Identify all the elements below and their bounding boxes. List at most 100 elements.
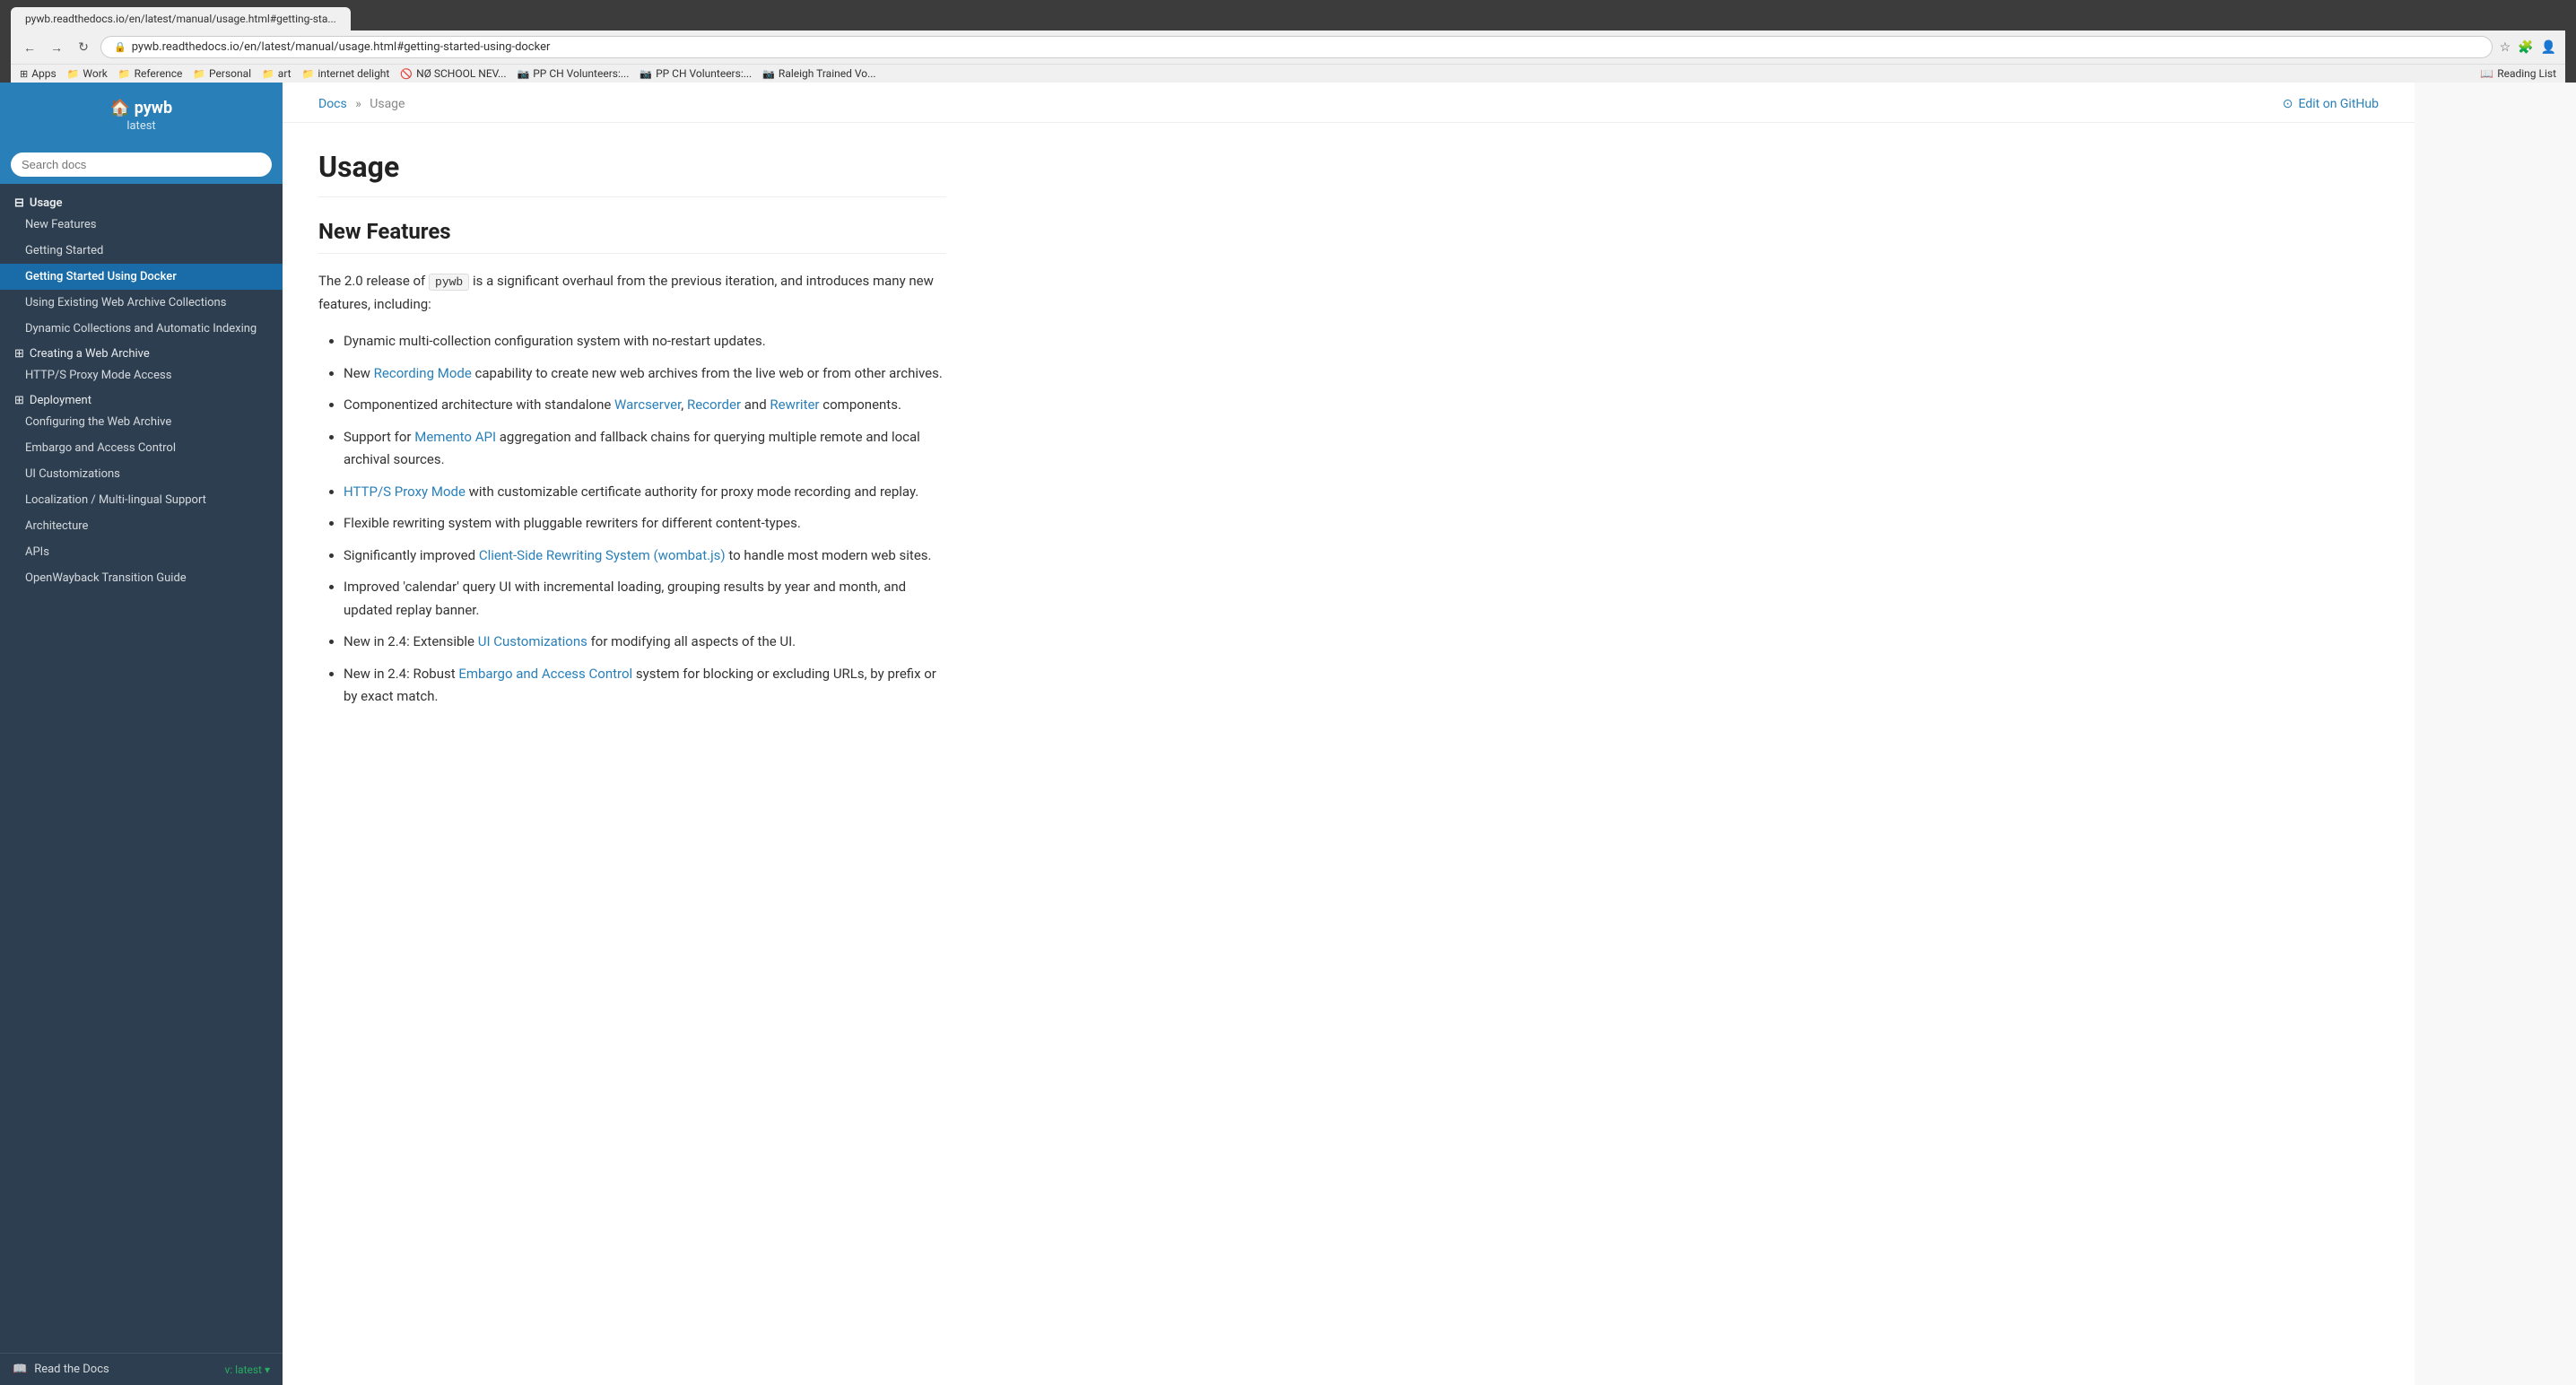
bookmark-noschool-label: NØ SCHOOL NEV... (416, 67, 506, 80)
edit-on-github-link[interactable]: ⊙ Edit on GitHub (2283, 97, 2379, 111)
bookmark-art-label: art (278, 67, 292, 80)
intro-prefix: The 2.0 release of (318, 273, 425, 289)
list-item: HTTP/S Proxy Mode with customizable cert… (344, 481, 946, 504)
creating-label: Creating a Web Archive (30, 347, 150, 361)
sidebar-footer: 📖 Read the Docs v: latest ▾ (0, 1353, 283, 1385)
usage-label: Usage (30, 196, 63, 210)
folder-icon-3: 📁 (193, 68, 205, 80)
sidebar-item-architecture[interactable]: Architecture (0, 513, 283, 539)
nav-section-usage[interactable]: ⊟ Usage (0, 191, 283, 212)
sidebar-item-embargo[interactable]: Embargo and Access Control (0, 435, 283, 461)
memento-api-link[interactable]: Memento API (414, 429, 496, 445)
lock-icon: 🔒 (114, 41, 126, 53)
bookmark-apps-label: Apps (31, 67, 57, 80)
recorder-link[interactable]: Recorder (687, 396, 741, 413)
list-item: Significantly improved Client-Side Rewri… (344, 544, 946, 568)
toolbar-icons: ☆ 🧩 👤 (2500, 40, 2556, 55)
sidebar-item-using-existing[interactable]: Using Existing Web Archive Collections (0, 290, 283, 316)
rewriter-link[interactable]: Rewriter (770, 396, 819, 413)
sidebar-item-configuring[interactable]: Configuring the Web Archive (0, 409, 283, 435)
deployment-expand-icon: ⊞ (14, 394, 24, 407)
client-side-rewriting-link[interactable]: Client-Side Rewriting System (wombat.js) (479, 547, 726, 563)
sidebar: 🏠 pywb latest ⊟ Usage New Features Getti… (0, 83, 283, 1385)
list-item: Improved 'calendar' query UI with increm… (344, 576, 946, 622)
apps-icon: ⊞ (20, 68, 28, 80)
search-input[interactable] (11, 152, 272, 177)
content-header: Docs » Usage ⊙ Edit on GitHub (283, 83, 2415, 123)
bookmark-raleigh-label: Raleigh Trained Vo... (779, 67, 876, 80)
noschool-icon: 🚫 (400, 68, 413, 80)
version-selector[interactable]: v: latest ▾ (224, 1363, 270, 1376)
https-proxy-mode-link[interactable]: HTTP/S Proxy Mode (344, 483, 466, 500)
intro-paragraph: The 2.0 release of pywb is a significant… (318, 270, 946, 316)
list-item: Flexible rewriting system with pluggable… (344, 512, 946, 536)
sidebar-item-getting-started-docker[interactable]: Getting Started Using Docker (0, 264, 283, 290)
bookmark-ppch2-label: PP CH Volunteers:... (656, 67, 752, 80)
bookmark-art[interactable]: 📁 art (262, 67, 292, 80)
breadcrumb-sep: » (355, 97, 361, 111)
bookmark-personal[interactable]: 📁 Personal (193, 67, 251, 80)
list-item: Dynamic multi-collection configuration s… (344, 330, 946, 353)
bookmark-reference[interactable]: 📁 Reference (118, 67, 182, 80)
reading-list[interactable]: 📖 Reading List (2480, 67, 2556, 80)
address-bar[interactable]: 🔒 pywb.readthedocs.io/en/latest/manual/u… (100, 36, 2493, 58)
list-item: New in 2.4: Robust Embargo and Access Co… (344, 663, 946, 709)
extension-icon[interactable]: 🧩 (2518, 40, 2533, 55)
bookmark-work[interactable]: 📁 Work (67, 67, 108, 80)
sidebar-item-localization[interactable]: Localization / Multi-lingual Support (0, 487, 283, 513)
pywb-code: pywb (429, 274, 469, 291)
ppch2-icon: 📷 (640, 68, 652, 80)
reload-button[interactable]: ↻ (74, 38, 93, 57)
bookmark-ppch2[interactable]: 📷 PP CH Volunteers:... (640, 67, 752, 80)
sidebar-item-proxy-mode[interactable]: HTTP/S Proxy Mode Access (0, 362, 283, 388)
star-icon[interactable]: ☆ (2500, 40, 2511, 55)
page-layout: 🏠 pywb latest ⊟ Usage New Features Getti… (0, 83, 2576, 1385)
github-icon: ⊙ (2283, 97, 2293, 111)
browser-chrome: pywb.readthedocs.io/en/latest/manual/usa… (0, 0, 2576, 83)
sidebar-search (0, 145, 283, 184)
profile-icon[interactable]: 👤 (2541, 40, 2556, 55)
bookmark-ppch1[interactable]: 📷 PP CH Volunteers:... (518, 67, 630, 80)
bookmark-internet-delight[interactable]: 📁 internet delight (302, 67, 390, 80)
ui-customizations-link[interactable]: UI Customizations (478, 633, 587, 649)
bookmark-noschool[interactable]: 🚫 NØ SCHOOL NEV... (400, 67, 506, 80)
sidebar-item-dynamic-collections[interactable]: Dynamic Collections and Automatic Indexi… (0, 316, 283, 342)
folder-icon-4: 📁 (262, 68, 274, 80)
folder-icon-5: 📁 (302, 68, 315, 80)
active-tab[interactable]: pywb.readthedocs.io/en/latest/manual/usa… (11, 7, 351, 30)
bookmark-reference-label: Reference (135, 67, 183, 80)
bookmarks-bar: ⊞ Apps 📁 Work 📁 Reference 📁 Personal 📁 a… (11, 64, 2565, 83)
edit-on-github-label: Edit on GitHub (2299, 97, 2379, 111)
rtd-icon: 📖 (13, 1363, 27, 1376)
brand-subtitle: latest (14, 119, 268, 133)
raleigh-icon: 📷 (762, 68, 775, 80)
recording-mode-link[interactable]: Recording Mode (374, 365, 472, 381)
brand-title[interactable]: 🏠 pywb (14, 99, 268, 118)
breadcrumb-docs[interactable]: Docs (318, 97, 347, 111)
sidebar-item-apis[interactable]: APIs (0, 539, 283, 565)
ppch1-icon: 📷 (518, 68, 530, 80)
sidebar-item-getting-started[interactable]: Getting Started (0, 238, 283, 264)
folder-icon: 📁 (67, 68, 80, 80)
sidebar-item-new-features[interactable]: New Features (0, 212, 283, 238)
reading-list-label: Reading List (2497, 67, 2556, 80)
list-item: Support for Memento API aggregation and … (344, 426, 946, 472)
bookmark-id-label: internet delight (318, 67, 389, 80)
list-item: New in 2.4: Extensible UI Customizations… (344, 631, 946, 654)
section-title-new-features: New Features (318, 219, 946, 254)
sidebar-brand: 🏠 pywb latest (0, 83, 283, 145)
nav-section-deployment[interactable]: ⊞ Deployment (0, 388, 283, 409)
back-button[interactable]: ← (20, 38, 39, 57)
embargo-access-control-link[interactable]: Embargo and Access Control (458, 666, 632, 682)
sidebar-item-openwayback[interactable]: OpenWayback Transition Guide (0, 565, 283, 591)
nav-section-creating[interactable]: ⊞ Creating a Web Archive (0, 342, 283, 362)
bookmark-apps[interactable]: ⊞ Apps (20, 67, 57, 80)
bookmark-raleigh[interactable]: 📷 Raleigh Trained Vo... (762, 67, 875, 80)
forward-button[interactable]: → (47, 38, 66, 57)
folder-icon-2: 📁 (118, 68, 131, 80)
content-body: Usage New Features The 2.0 release of py… (283, 123, 982, 753)
sidebar-item-ui-customizations[interactable]: UI Customizations (0, 461, 283, 487)
rtd-label[interactable]: Read the Docs (34, 1363, 109, 1376)
page-title: Usage (318, 150, 946, 197)
warcserver-link[interactable]: Warcserver (614, 396, 681, 413)
